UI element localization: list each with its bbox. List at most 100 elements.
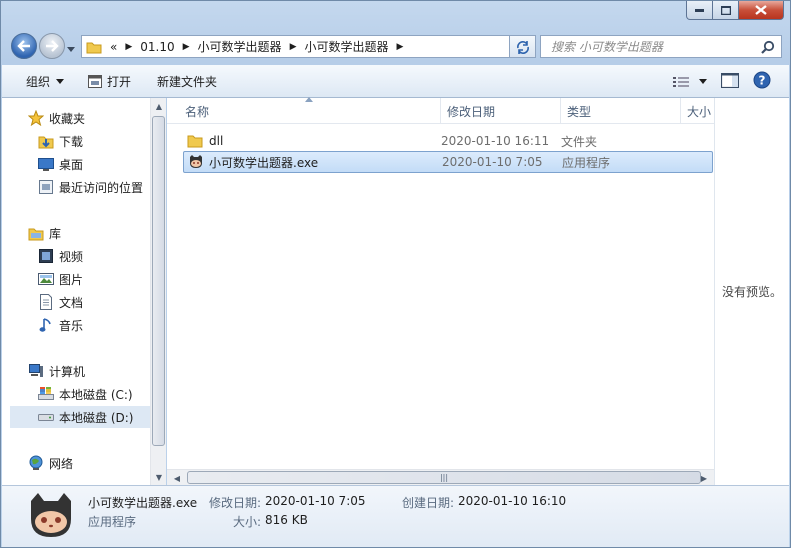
column-modified[interactable]: 修改日期 xyxy=(441,98,561,124)
breadcrumb-separator-icon[interactable]: ▶ xyxy=(121,42,136,52)
network-icon xyxy=(28,455,44,471)
column-name[interactable]: 名称 xyxy=(167,97,441,124)
column-type-label: 类型 xyxy=(567,104,592,119)
nav-recent-places[interactable]: 最近访问的位置 xyxy=(38,176,143,198)
scroll-left-arrow[interactable]: ◀ xyxy=(169,470,185,486)
star-icon xyxy=(28,110,44,126)
minimize-button[interactable] xyxy=(686,1,713,20)
breadcrumb-item[interactable]: 小可数学出题器 xyxy=(194,36,286,57)
scroll-thumb[interactable]: ||| xyxy=(187,471,701,484)
chevron-down-icon xyxy=(56,78,65,84)
navigation-pane: 收藏夹 下载 桌面 最近访问的位置 库 视频 图片 文档 音乐 计算机 本地磁盘… xyxy=(2,98,166,485)
nav-label: 本地磁盘 (C:) xyxy=(59,387,133,402)
nav-pictures[interactable]: 图片 xyxy=(38,268,83,290)
breadcrumb-item[interactable]: 01.10 xyxy=(136,36,178,57)
octocat-app-icon-large xyxy=(26,491,76,544)
details-size-label: 大小: xyxy=(233,515,262,529)
column-size[interactable]: 大小 xyxy=(681,98,714,124)
column-type[interactable]: 类型 xyxy=(561,98,681,124)
maximize-button[interactable] xyxy=(713,1,739,20)
file-row-folder[interactable]: dll 2020-01-10 16:11 文件夹 xyxy=(183,130,713,152)
close-button[interactable] xyxy=(739,1,784,20)
breadcrumb-overflow[interactable]: « xyxy=(106,36,121,57)
nav-desktop[interactable]: 桌面 xyxy=(38,153,83,175)
view-options-icon xyxy=(673,76,689,87)
nav-drive-c[interactable]: 本地磁盘 (C:) xyxy=(38,383,133,405)
breadcrumb-separator-icon[interactable]: ▶ xyxy=(286,42,301,52)
file-row-exe[interactable]: 小可数学出题器.exe 2020-01-10 7:05 应用程序 xyxy=(183,151,713,173)
breadcrumb-separator-icon[interactable]: ▶ xyxy=(179,42,194,52)
navigation-scrollbar[interactable]: ▲ ▼ xyxy=(150,98,166,485)
nav-videos[interactable]: 视频 xyxy=(38,245,83,267)
file-name: dll xyxy=(209,134,224,148)
column-size-label: 大小 xyxy=(687,104,712,119)
music-icon xyxy=(38,317,54,333)
help-icon: ? xyxy=(753,71,771,89)
nav-label: 音乐 xyxy=(59,318,84,333)
details-created-label: 创建日期: xyxy=(402,496,455,510)
column-name-label: 名称 xyxy=(185,104,210,119)
scroll-thumb[interactable] xyxy=(152,116,165,446)
breadcrumb-separator-icon[interactable]: ▶ xyxy=(393,42,408,52)
svg-text:?: ? xyxy=(759,74,766,88)
column-modified-label: 修改日期 xyxy=(447,104,496,119)
nav-libraries[interactable]: 库 xyxy=(28,222,61,244)
nav-downloads[interactable]: 下载 xyxy=(38,130,83,152)
refresh-icon xyxy=(516,40,529,54)
sort-ascending-icon xyxy=(305,97,313,102)
refresh-button[interactable] xyxy=(509,35,536,58)
library-icon xyxy=(28,225,44,241)
nav-label: 收藏夹 xyxy=(49,111,86,126)
new-folder-button[interactable]: 新建文件夹 xyxy=(149,68,225,94)
nav-documents[interactable]: 文档 xyxy=(38,291,83,313)
explorer-window: « ▶ 01.10 ▶ 小可数学出题器 ▶ 小可数学出题器 ▶ 搜索 小可数学出… xyxy=(0,0,791,548)
file-name: 小可数学出题器.exe xyxy=(209,155,319,170)
recent-pages-dropdown[interactable] xyxy=(67,41,77,55)
file-type: 应用程序 xyxy=(562,155,611,170)
details-filename: 小可数学出题器.exe xyxy=(88,496,198,510)
nav-label: 视频 xyxy=(59,249,84,264)
scroll-right-arrow[interactable]: ▶ xyxy=(696,470,712,486)
details-created-value[interactable]: 2020-01-10 16:10 xyxy=(458,494,566,508)
folder-icon xyxy=(82,36,106,57)
nav-computer[interactable]: 计算机 xyxy=(28,360,85,382)
details-modified-label: 修改日期: xyxy=(209,496,262,510)
open-label: 打开 xyxy=(107,74,132,89)
new-folder-label: 新建文件夹 xyxy=(157,74,218,89)
breadcrumb-item[interactable]: 小可数学出题器 xyxy=(300,36,392,57)
search-input[interactable]: 搜索 小可数学出题器 xyxy=(540,35,782,58)
close-icon xyxy=(755,5,767,15)
document-icon xyxy=(38,294,54,310)
organize-button[interactable]: 组织 xyxy=(18,68,72,94)
details-modified-value[interactable]: 2020-01-10 7:05 xyxy=(265,494,366,508)
change-view-button[interactable] xyxy=(673,76,707,88)
open-button[interactable]: 打开 xyxy=(80,68,139,94)
horizontal-scrollbar[interactable]: ◀ ||| ▶ xyxy=(167,469,714,485)
nav-label: 图片 xyxy=(59,272,84,287)
nav-music[interactable]: 音乐 xyxy=(38,314,83,336)
file-type: 文件夹 xyxy=(561,134,598,149)
nav-network[interactable]: 网络 xyxy=(28,452,73,474)
folder-icon xyxy=(187,134,203,148)
caption-buttons xyxy=(686,1,784,20)
preview-pane: 没有预览。 xyxy=(714,98,789,485)
address-bar[interactable]: « ▶ 01.10 ▶ 小可数学出题器 ▶ 小可数学出题器 ▶ xyxy=(81,35,531,58)
nav-label: 最近访问的位置 xyxy=(59,180,144,195)
arrow-right-icon xyxy=(46,40,59,52)
nav-label: 本地磁盘 (D:) xyxy=(59,410,134,425)
forward-button[interactable] xyxy=(39,33,65,59)
recent-places-icon xyxy=(38,179,54,195)
nav-label: 库 xyxy=(49,226,62,241)
back-button[interactable] xyxy=(11,33,37,59)
computer-icon xyxy=(28,363,44,379)
help-button[interactable]: ? xyxy=(753,71,771,92)
minimize-icon xyxy=(695,8,704,12)
desktop-icon xyxy=(38,156,54,172)
scroll-down-arrow[interactable]: ▼ xyxy=(151,469,167,485)
nav-favorites[interactable]: 收藏夹 xyxy=(28,107,85,129)
preview-pane-button[interactable] xyxy=(720,72,740,91)
search-icon[interactable] xyxy=(761,40,775,57)
scroll-up-arrow[interactable]: ▲ xyxy=(151,98,167,114)
nav-drive-d[interactable]: 本地磁盘 (D:) xyxy=(10,406,156,428)
nav-label: 文档 xyxy=(59,295,84,310)
